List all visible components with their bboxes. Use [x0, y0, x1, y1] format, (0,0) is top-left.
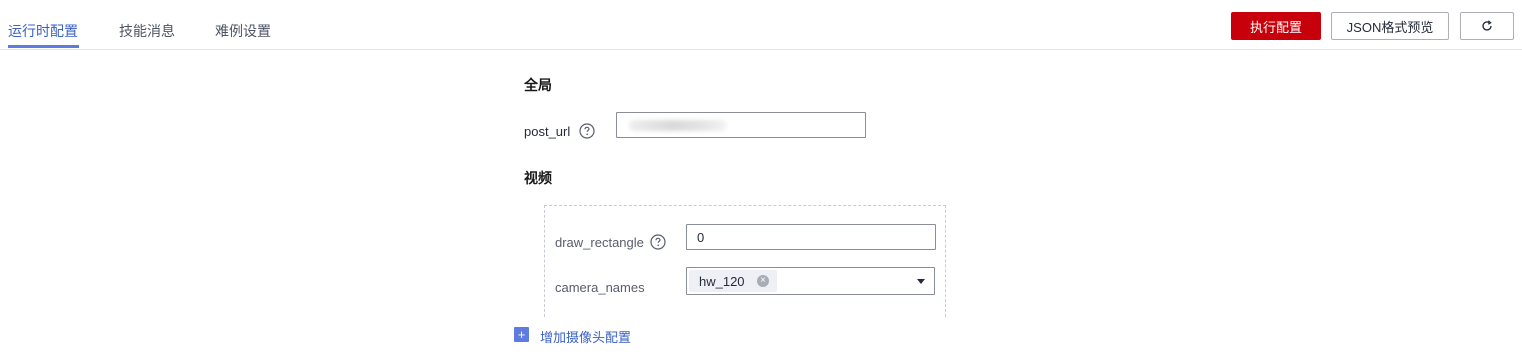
plus-icon[interactable]: + — [514, 327, 529, 342]
json-preview-button[interactable]: JSON格式预览 — [1331, 12, 1449, 40]
post-url-label: post_url — [524, 124, 571, 139]
draw-rectangle-input[interactable]: 0 — [686, 224, 936, 250]
close-icon[interactable]: × — [757, 275, 769, 287]
redacted-value — [629, 120, 727, 131]
camera-tag: hw_120 × — [689, 270, 777, 292]
draw-rectangle-label: draw_rectangle — [555, 235, 644, 250]
camera-names-label: camera_names — [555, 280, 645, 295]
help-icon[interactable] — [650, 234, 666, 250]
active-tab-indicator — [8, 45, 79, 48]
refresh-icon — [1482, 20, 1492, 31]
tab-runtime-config[interactable]: 运行时配置 — [8, 21, 78, 41]
camera-names-select[interactable]: hw_120 × — [686, 267, 935, 295]
tab-hard-example-settings[interactable]: 难例设置 — [215, 21, 271, 41]
add-camera-config-link[interactable]: 增加摄像头配置 — [540, 327, 631, 346]
help-icon[interactable] — [579, 123, 595, 139]
chevron-down-icon[interactable] — [917, 279, 925, 284]
refresh-button[interactable] — [1460, 12, 1514, 40]
video-section-title: 视频 — [524, 170, 552, 186]
global-section-title: 全局 — [524, 77, 552, 93]
tab-skill-messages[interactable]: 技能消息 — [119, 21, 175, 41]
execute-config-button[interactable]: 执行配置 — [1231, 12, 1321, 40]
post-url-input[interactable] — [616, 112, 866, 138]
camera-config-group — [544, 205, 946, 317]
